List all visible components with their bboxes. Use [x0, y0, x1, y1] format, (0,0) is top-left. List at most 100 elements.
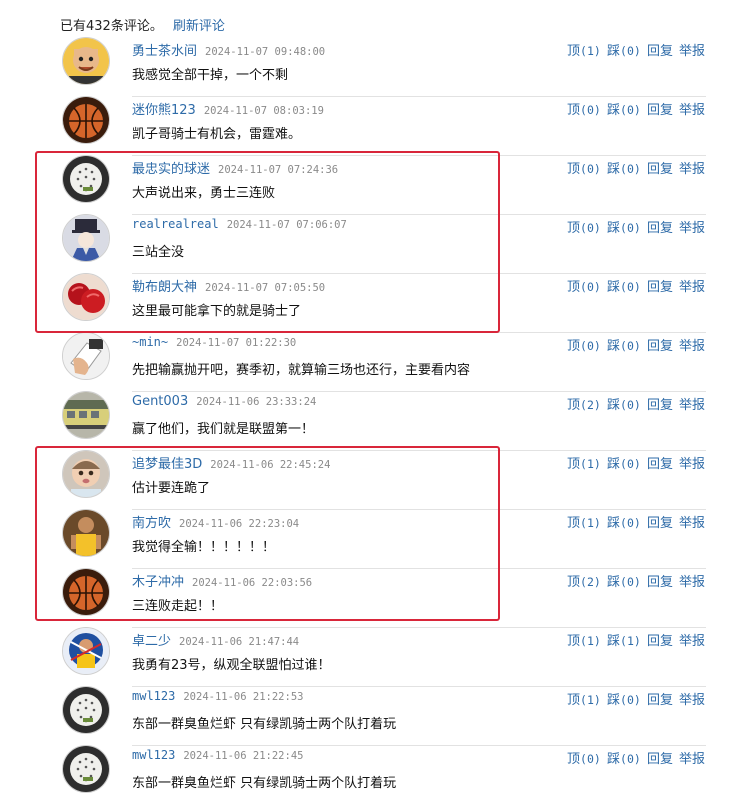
report-button[interactable]: 举报 — [679, 571, 705, 590]
report-button[interactable]: 举报 — [679, 40, 705, 59]
downvote-button[interactable]: 踩(0) — [607, 40, 647, 59]
comment-list: 勇士茶水间 2024-11-07 09:48:00 我感觉全部干掉，一个不剩 顶(1)… — [0, 37, 750, 804]
reply-button[interactable]: 回复 — [647, 571, 679, 590]
comment-username[interactable]: realrealreal — [132, 217, 219, 231]
comment-username[interactable]: 南方吹 — [132, 512, 171, 531]
comment-time: 2024-11-07 07:06:07 — [226, 219, 347, 231]
avatar[interactable] — [62, 96, 110, 144]
reply-button[interactable]: 回复 — [647, 394, 679, 413]
reply-button[interactable]: 回复 — [647, 99, 679, 118]
comment-actions: 顶(0) 踩(0) 回复 举报 — [567, 217, 705, 236]
comment-username[interactable]: 追梦最佳3D — [132, 453, 202, 472]
avatar[interactable] — [62, 155, 110, 203]
avatar[interactable] — [62, 391, 110, 439]
comment-username[interactable]: 迷你熊123 — [132, 99, 196, 118]
comment-divider — [132, 155, 706, 156]
reply-button[interactable]: 回复 — [647, 217, 679, 236]
downvote-button[interactable]: 踩(0) — [607, 512, 647, 531]
upvote-button[interactable]: 顶(1) — [567, 40, 607, 59]
comment-text: 东部一群臭鱼烂虾 只有绿凯骑士两个队打着玩 — [132, 717, 397, 732]
reply-button[interactable]: 回复 — [647, 453, 679, 472]
comment-username[interactable]: mwl123 — [132, 689, 175, 703]
comment-meta: 勇士茶水间 2024-11-07 09:48:00 — [132, 40, 325, 59]
upvote-button[interactable]: 顶(0) — [567, 158, 607, 177]
upvote-button[interactable]: 顶(1) — [567, 512, 607, 531]
comment-username[interactable]: 卓二少 — [132, 630, 171, 649]
comment-username[interactable]: 木子冲冲 — [132, 571, 184, 590]
reply-button[interactable]: 回复 — [647, 630, 679, 649]
downvote-button[interactable]: 踩(0) — [607, 571, 647, 590]
downvote-button[interactable]: 踩(0) — [607, 276, 647, 295]
downvote-button[interactable]: 踩(0) — [607, 158, 647, 177]
downvote-button[interactable]: 踩(0) — [607, 335, 647, 354]
avatar[interactable] — [62, 273, 110, 321]
avatar[interactable] — [62, 509, 110, 557]
avatar[interactable] — [62, 214, 110, 262]
refresh-comments-link[interactable]: 刷新评论 — [173, 15, 225, 34]
reply-button[interactable]: 回复 — [647, 276, 679, 295]
report-button[interactable]: 举报 — [679, 394, 705, 413]
avatar[interactable] — [62, 568, 110, 616]
report-button[interactable]: 举报 — [679, 689, 705, 708]
upvote-button[interactable]: 顶(0) — [567, 276, 607, 295]
report-button[interactable]: 举报 — [679, 158, 705, 177]
upvote-button[interactable]: 顶(0) — [567, 335, 607, 354]
avatar[interactable] — [62, 37, 110, 85]
comment-time: 2024-11-06 22:23:04 — [179, 518, 300, 530]
comment-text: 先把输赢抛开吧，赛季初，就算输三场也还行，主要看内容 — [132, 363, 471, 378]
reply-button[interactable]: 回复 — [647, 689, 679, 708]
reply-button[interactable]: 回复 — [647, 335, 679, 354]
downvote-button[interactable]: 踩(1) — [607, 630, 647, 649]
comment-username[interactable]: Gent003 — [132, 394, 188, 409]
downvote-button[interactable]: 踩(0) — [607, 453, 647, 472]
comment-meta: 木子冲冲 2024-11-06 22:03:56 — [132, 571, 312, 590]
reply-button[interactable]: 回复 — [647, 748, 679, 767]
avatar[interactable] — [62, 627, 110, 675]
upvote-button[interactable]: 顶(1) — [567, 453, 607, 472]
upvote-button[interactable]: 顶(0) — [567, 99, 607, 118]
reply-button[interactable]: 回复 — [647, 512, 679, 531]
report-button[interactable]: 举报 — [679, 99, 705, 118]
upvote-button[interactable]: 顶(2) — [567, 394, 607, 413]
comment-item: mwl123 2024-11-06 21:22:53 东部一群臭鱼烂虾 只有绿凯骑士… — [0, 686, 750, 745]
comment-divider — [132, 686, 706, 687]
upvote-button[interactable]: 顶(0) — [567, 217, 607, 236]
comment-text: 我勇有23号，纵观全联盟怕过谁！ — [132, 658, 331, 673]
comment-divider — [132, 568, 706, 569]
upvote-button[interactable]: 顶(1) — [567, 689, 607, 708]
report-button[interactable]: 举报 — [679, 512, 705, 531]
upvote-button[interactable]: 顶(1) — [567, 630, 607, 649]
comment-actions: 顶(2) 踩(0) 回复 举报 — [567, 571, 705, 590]
report-button[interactable]: 举报 — [679, 630, 705, 649]
comment-count: 已有432条评论。 — [60, 18, 163, 34]
avatar[interactable] — [62, 450, 110, 498]
avatar[interactable] — [62, 686, 110, 734]
comment-username[interactable]: ~min~ — [132, 335, 168, 349]
comment-username[interactable]: mwl123 — [132, 748, 175, 762]
avatar[interactable] — [62, 332, 110, 380]
comment-meta: realrealreal 2024-11-07 07:06:07 — [132, 217, 347, 235]
report-button[interactable]: 举报 — [679, 276, 705, 295]
comment-text: 东部一群臭鱼烂虾 只有绿凯骑士两个队打着玩 — [132, 776, 397, 791]
downvote-button[interactable]: 踩(0) — [607, 99, 647, 118]
comment-username[interactable]: 勒布朗大神 — [132, 276, 197, 295]
downvote-button[interactable]: 踩(0) — [607, 217, 647, 236]
upvote-button[interactable]: 顶(2) — [567, 571, 607, 590]
reply-button[interactable]: 回复 — [647, 40, 679, 59]
report-button[interactable]: 举报 — [679, 748, 705, 767]
comment-username[interactable]: 最忠实的球迷 — [132, 158, 210, 177]
report-button[interactable]: 举报 — [679, 217, 705, 236]
downvote-button[interactable]: 踩(0) — [607, 394, 647, 413]
comment-username[interactable]: 勇士茶水间 — [132, 40, 197, 59]
reply-button[interactable]: 回复 — [647, 158, 679, 177]
downvote-button[interactable]: 踩(0) — [607, 748, 647, 767]
comment-divider — [132, 273, 706, 274]
comment-meta: 追梦最佳3D 2024-11-06 22:45:24 — [132, 453, 330, 472]
downvote-button[interactable]: 踩(0) — [607, 689, 647, 708]
comment-actions: 顶(0) 踩(0) 回复 举报 — [567, 158, 705, 177]
comment-divider — [132, 214, 706, 215]
report-button[interactable]: 举报 — [679, 335, 705, 354]
report-button[interactable]: 举报 — [679, 453, 705, 472]
avatar[interactable] — [62, 745, 110, 793]
upvote-button[interactable]: 顶(0) — [567, 748, 607, 767]
